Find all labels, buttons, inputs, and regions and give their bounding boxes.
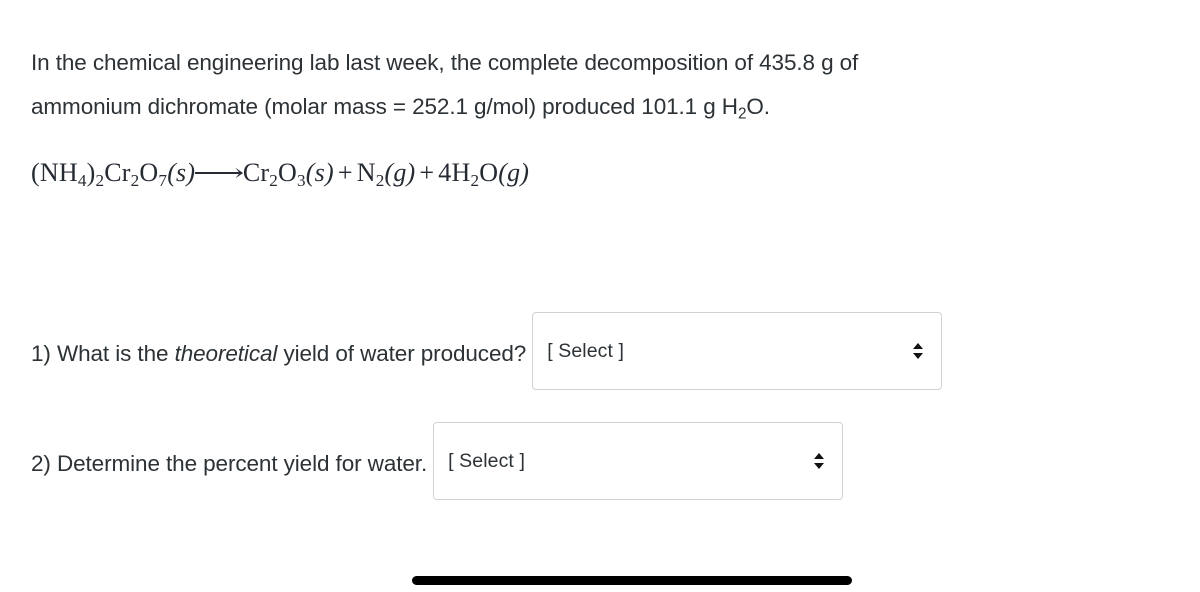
question-page: In the chemical engineering lab last wee…: [0, 0, 1200, 592]
eq-reactant-o-subscript: 7: [158, 171, 168, 191]
select-theoretical-yield[interactable]: [ Select ]: [532, 312, 943, 390]
eq-product3-o: O: [479, 158, 499, 187]
question-row-2: 2) Determine the percent yield for water…: [31, 422, 844, 500]
question-2-number: 2): [31, 451, 51, 476]
horizontal-scroll-thumb[interactable]: [412, 576, 852, 585]
eq-product3-state: (g): [498, 158, 530, 187]
reaction-arrow-icon: ⟶: [193, 160, 245, 187]
eq-product2-n: N: [356, 158, 376, 187]
question-2-text: 2) Determine the percent yield for water…: [31, 449, 427, 479]
problem-line-2-part-1: ammonium dichromate (molar mass = 252.1 …: [31, 94, 738, 119]
select-percent-yield-value: [ Select ]: [448, 449, 525, 472]
select-percent-yield[interactable]: [ Select ]: [433, 422, 844, 500]
problem-line-1: In the chemical engineering lab last wee…: [31, 50, 859, 75]
chevron-up-down-icon: [911, 341, 941, 361]
select-theoretical-yield-value: [ Select ]: [547, 339, 625, 362]
problem-statement: In the chemical engineering lab last wee…: [31, 41, 1141, 129]
chevron-up-down-icon: [812, 451, 842, 471]
eq-product1-state: (s): [305, 158, 334, 187]
question-1-number: 1): [31, 341, 51, 366]
question-2-text-before: Determine the percent yield for water.: [56, 451, 428, 476]
question-1-text-after: yield of water produced?: [277, 341, 527, 366]
eq-reactant-nh-subscript: 4: [77, 171, 87, 191]
eq-plus-2: +: [419, 158, 435, 187]
eq-product1-o-subscript: 3: [297, 171, 306, 191]
question-row-1: 1) What is the theoretical yield of wate…: [31, 312, 943, 390]
question-1-text: 1) What is the theoretical yield of wate…: [31, 339, 526, 369]
problem-line-2-part-2: O.: [746, 94, 770, 119]
question-1-text-before: What is the: [56, 341, 175, 366]
eq-reactant-o: O: [139, 158, 159, 187]
eq-product1-o: O: [278, 158, 297, 187]
chemical-equation: (NH4)2Cr2O7(s)⟶Cr2O3(s) + N2(g) +4H2O(g): [31, 158, 530, 191]
eq-product3-h-subscript: 2: [470, 171, 480, 191]
eq-product2-state: (g): [384, 158, 416, 187]
horizontal-scrollbar[interactable]: [0, 568, 1200, 592]
eq-reactant-paren-subscript: 2: [95, 171, 105, 191]
eq-reactant-cr: Cr: [104, 158, 131, 187]
question-1-emphasis: theoretical: [174, 341, 278, 366]
eq-product3-coefficient-h: 4H: [438, 158, 471, 187]
eq-product1-cr-subscript: 2: [269, 171, 279, 191]
eq-reactant-open: (NH: [31, 158, 78, 187]
eq-plus-1: +: [337, 158, 353, 187]
